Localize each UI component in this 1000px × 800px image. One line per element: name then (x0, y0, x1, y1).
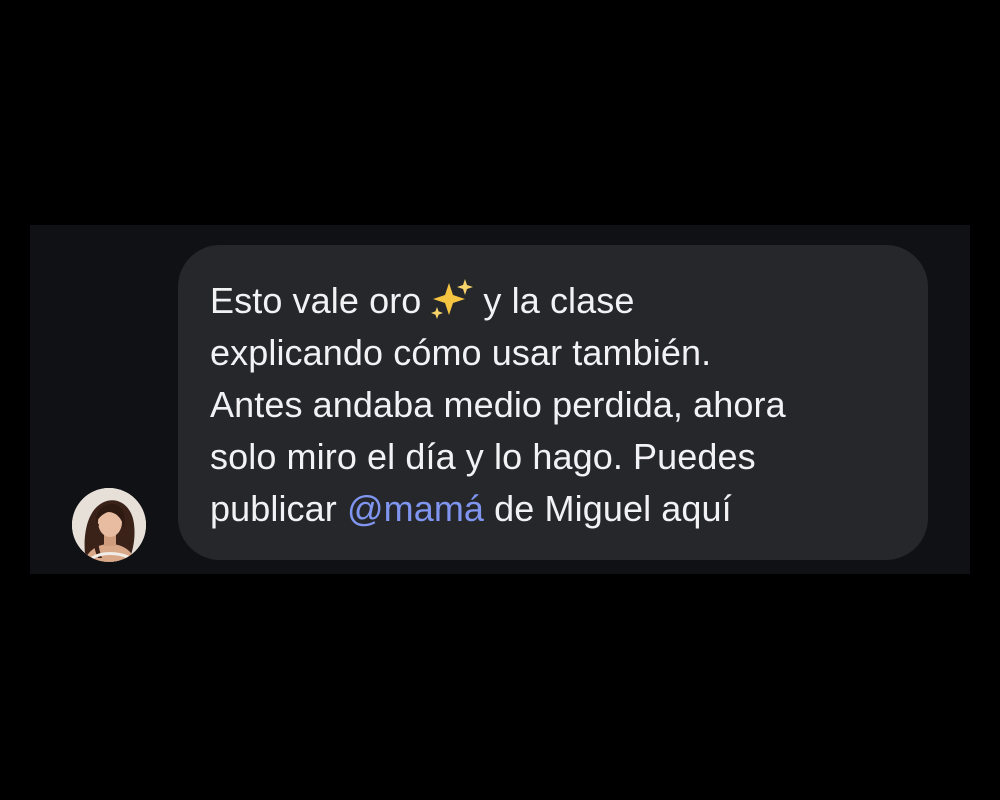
message-text-segment: Esto vale oro (210, 280, 422, 321)
message-line-3: Antes andaba medio perdida, ahora (210, 384, 786, 425)
avatar-photo (72, 488, 146, 562)
sender-avatar[interactable] (72, 488, 146, 562)
message-bubble[interactable]: Esto vale oro y la clase explicando cómo… (178, 245, 928, 560)
message-text: Esto vale oro y la clase explicando cómo… (210, 275, 896, 535)
sparkles-icon (425, 277, 477, 321)
mention-link[interactable]: @mamá (347, 488, 484, 529)
message-line-2: explicando cómo usar también. (210, 332, 712, 373)
message-text-segment: y la clase (483, 280, 635, 321)
message-line-1: Esto vale oro y la clase (210, 275, 896, 327)
message-line-5: publicar @mamá de Miguel aquí (210, 483, 896, 535)
message-text-segment: publicar (210, 488, 337, 529)
message-line-4: solo miro el día y lo hago. Puedes (210, 436, 756, 477)
message-text-segment: de Miguel aquí (494, 488, 732, 529)
